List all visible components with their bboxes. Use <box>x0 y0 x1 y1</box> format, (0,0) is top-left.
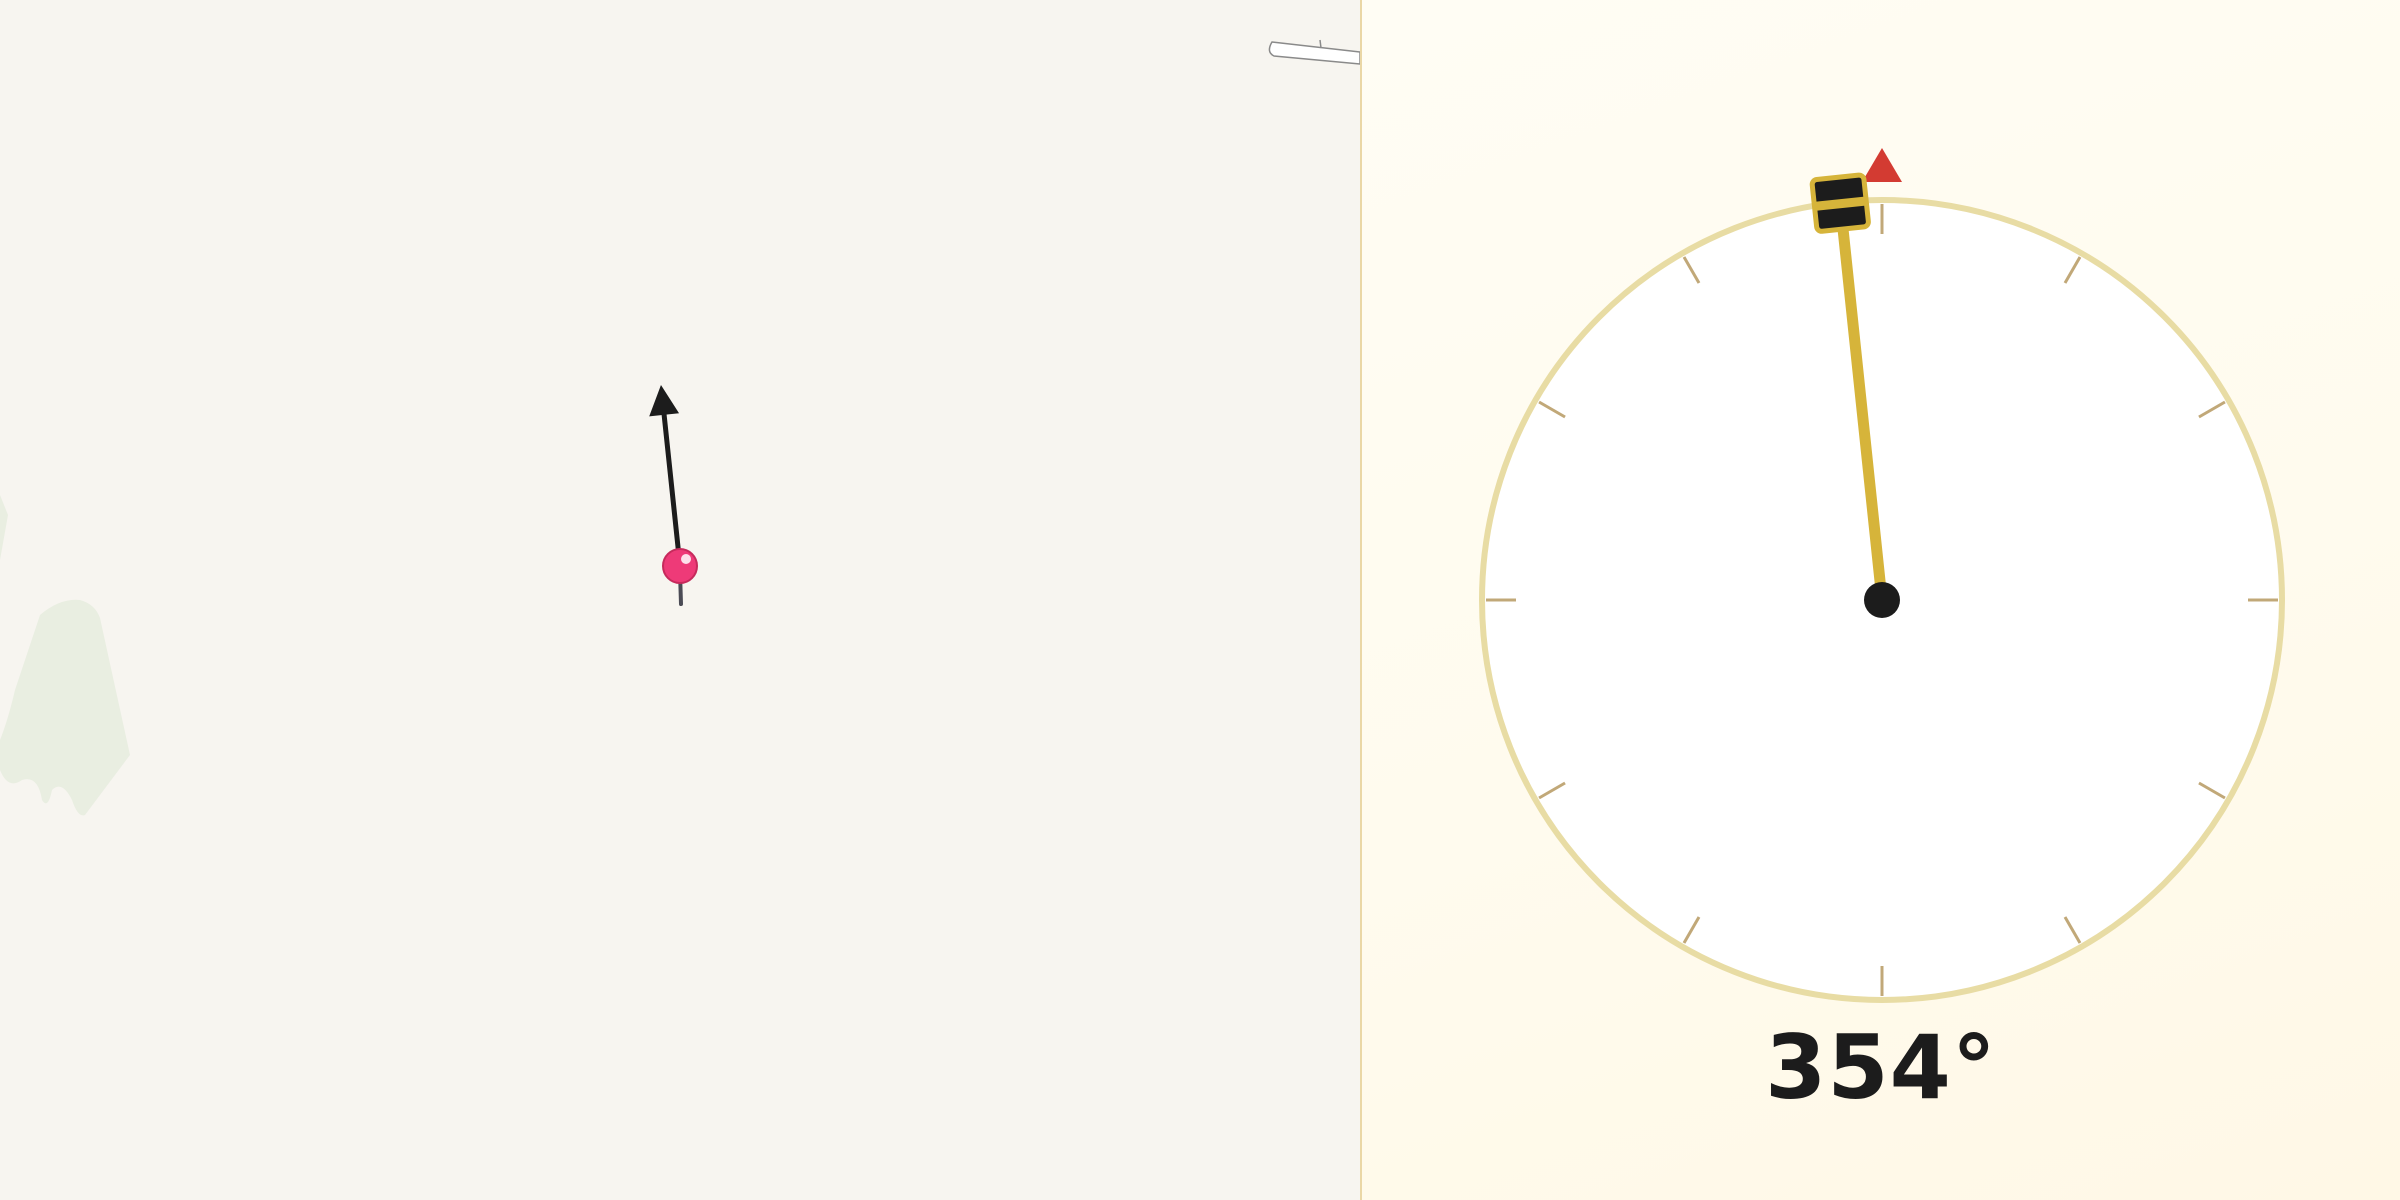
road-fragment <box>1268 41 1360 65</box>
compass-app: 354° <box>0 0 2400 1200</box>
road-tick <box>1319 39 1322 49</box>
map-view[interactable] <box>0 0 1360 1200</box>
north-triangle-icon <box>1862 148 1902 182</box>
direction-arrow-icon <box>649 384 683 569</box>
compass-panel: 354° <box>1362 0 2400 1200</box>
drag-handle-icon[interactable] <box>1809 172 1871 234</box>
map-pin-icon[interactable] <box>662 548 698 584</box>
map-canvas <box>0 39 1360 816</box>
land-patch <box>0 495 130 816</box>
heading-readout: 354° <box>1765 1016 1997 1119</box>
compass-hub <box>1864 582 1900 618</box>
